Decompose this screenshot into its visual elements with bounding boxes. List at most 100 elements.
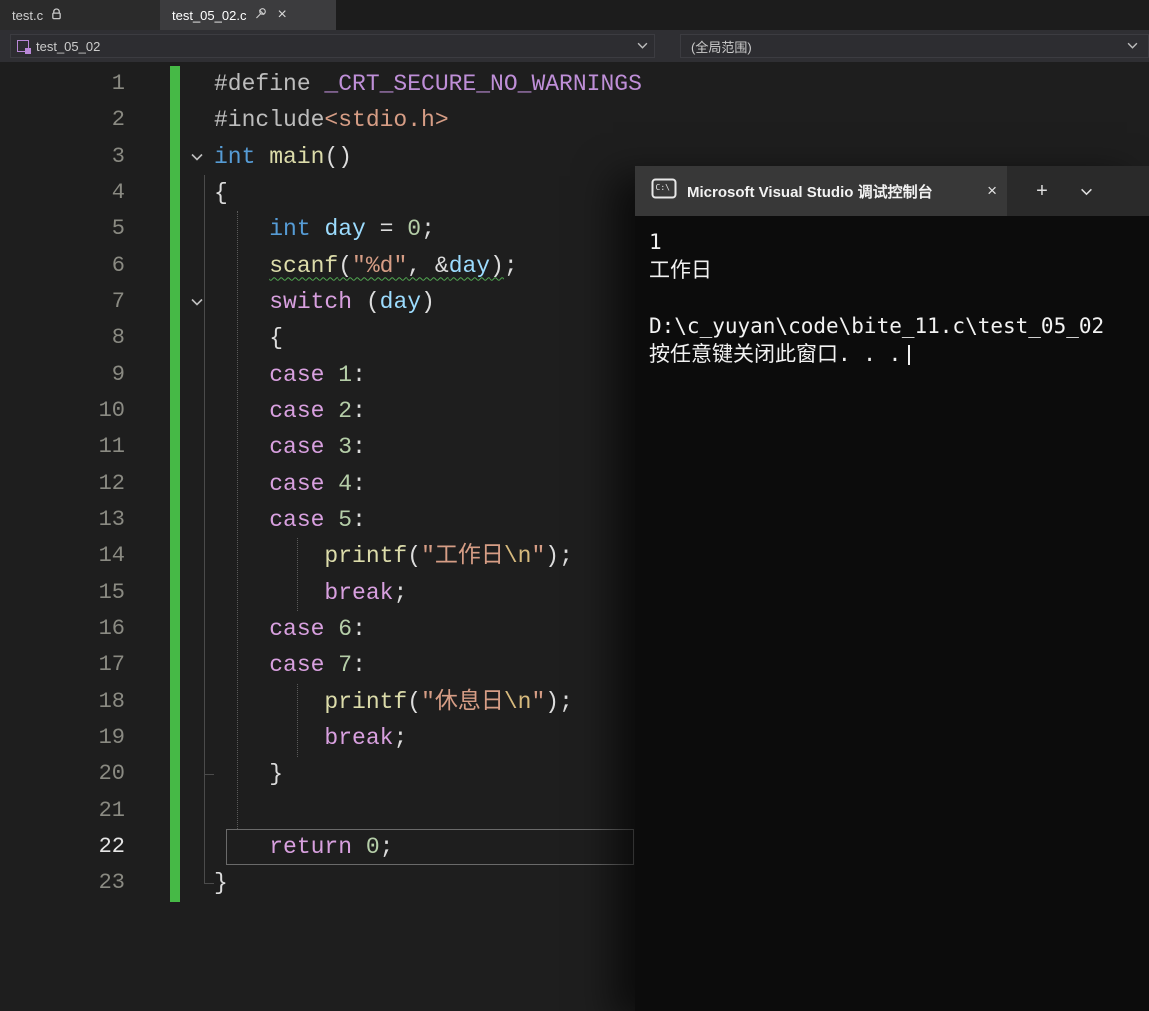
file-scope-dropdown[interactable]: test_05_02 [10,34,655,58]
console-title-bar: C:\ Microsoft Visual Studio 调试控制台 × + [635,166,1149,216]
line-number[interactable]: 13 [0,502,125,538]
change-indicator [170,465,180,502]
change-indicator [170,792,180,829]
line-number[interactable]: 1 [0,66,125,102]
line-number[interactable]: 16 [0,611,125,647]
fold-chevron-icon[interactable] [180,139,214,175]
console-line: 按任意键关闭此窗口. . . [649,340,1149,368]
code-line-2[interactable]: 2 #include<stdio.h> [0,102,1149,139]
change-indicator [170,174,180,212]
file-scope-value: test_05_02 [36,38,101,54]
member-scope-dropdown[interactable]: (全局范围) [680,34,1149,58]
text-cursor [908,345,910,365]
change-indicator [170,538,180,575]
navigation-bar: test_05_02 (全局范围) [0,30,1149,62]
pin-icon[interactable] [254,7,267,23]
line-number[interactable]: 20 [0,756,125,792]
line-number[interactable]: 11 [0,429,125,465]
change-indicator [170,392,180,430]
debug-console-window: C:\ Microsoft Visual Studio 调试控制台 × + 1 工… [635,166,1149,1011]
change-indicator [170,683,180,720]
line-number[interactable]: 8 [0,320,125,356]
line-number[interactable]: 22 [0,829,125,865]
change-indicator [170,865,180,902]
line-number[interactable]: 15 [0,575,125,611]
svg-text:C:\: C:\ [656,183,671,192]
line-number[interactable]: 14 [0,538,125,574]
fold-chevron-icon[interactable] [180,284,214,320]
console-window-title: Microsoft Visual Studio 调试控制台 [687,183,933,201]
change-indicator [170,719,180,757]
change-indicator [170,320,180,357]
line-number[interactable]: 19 [0,720,125,756]
change-indicator [170,647,180,684]
line-number[interactable]: 6 [0,248,125,284]
line-number[interactable]: 2 [0,102,125,138]
line-number[interactable]: 23 [0,865,125,901]
editor-tab-bar: test.c test_05_02.c × [0,0,1149,30]
console-body[interactable]: 1 工作日 D:\c_yuyan\code\bite_11.c\test_05_02… [635,216,1149,1011]
lock-icon [51,7,62,24]
change-indicator [170,211,180,248]
line-number[interactable]: 21 [0,793,125,829]
close-icon[interactable]: × [277,7,286,23]
new-tab-button[interactable]: + [1021,166,1063,216]
line-number[interactable]: 17 [0,647,125,683]
line-number[interactable]: 18 [0,684,125,720]
line-number[interactable]: 5 [0,211,125,247]
change-indicator [170,429,180,466]
tab-test-05-02-c[interactable]: test_05_02.c × [160,0,336,30]
tab-label: test_05_02.c [172,7,247,23]
chevron-down-icon [1127,39,1138,54]
code-line-1[interactable]: 1 #define _CRT_SECURE_NO_WARNINGS [0,66,1149,103]
change-indicator [170,828,180,866]
tab-test-c[interactable]: test.c [0,0,160,30]
console-tab[interactable]: C:\ Microsoft Visual Studio 调试控制台 × [635,166,1007,216]
console-line: 工作日 [649,258,712,282]
console-line: D:\c_yuyan\code\bite_11.c\test_05_02 [649,314,1105,338]
chevron-down-icon [637,39,648,54]
change-indicator [170,356,180,393]
code-text: #define _CRT_SECURE_NO_WARNINGS [214,71,642,97]
change-indicator [170,102,180,139]
tab-label: test.c [12,7,44,23]
console-line: 1 [649,230,662,254]
change-indicator [170,138,180,175]
line-number[interactable]: 4 [0,175,125,211]
line-number[interactable]: 12 [0,466,125,502]
chevron-down-icon[interactable] [1063,166,1109,216]
code-text: #include<stdio.h> [214,107,449,134]
close-icon[interactable]: × [987,181,997,201]
change-indicator [170,756,180,793]
line-number[interactable]: 7 [0,284,125,320]
change-indicator [170,66,180,103]
line-number[interactable]: 3 [0,139,125,175]
console-icon: C:\ [651,178,677,204]
cpp-member-icon [17,40,31,54]
line-number[interactable]: 10 [0,393,125,429]
line-number[interactable]: 9 [0,357,125,393]
change-indicator [170,247,180,284]
